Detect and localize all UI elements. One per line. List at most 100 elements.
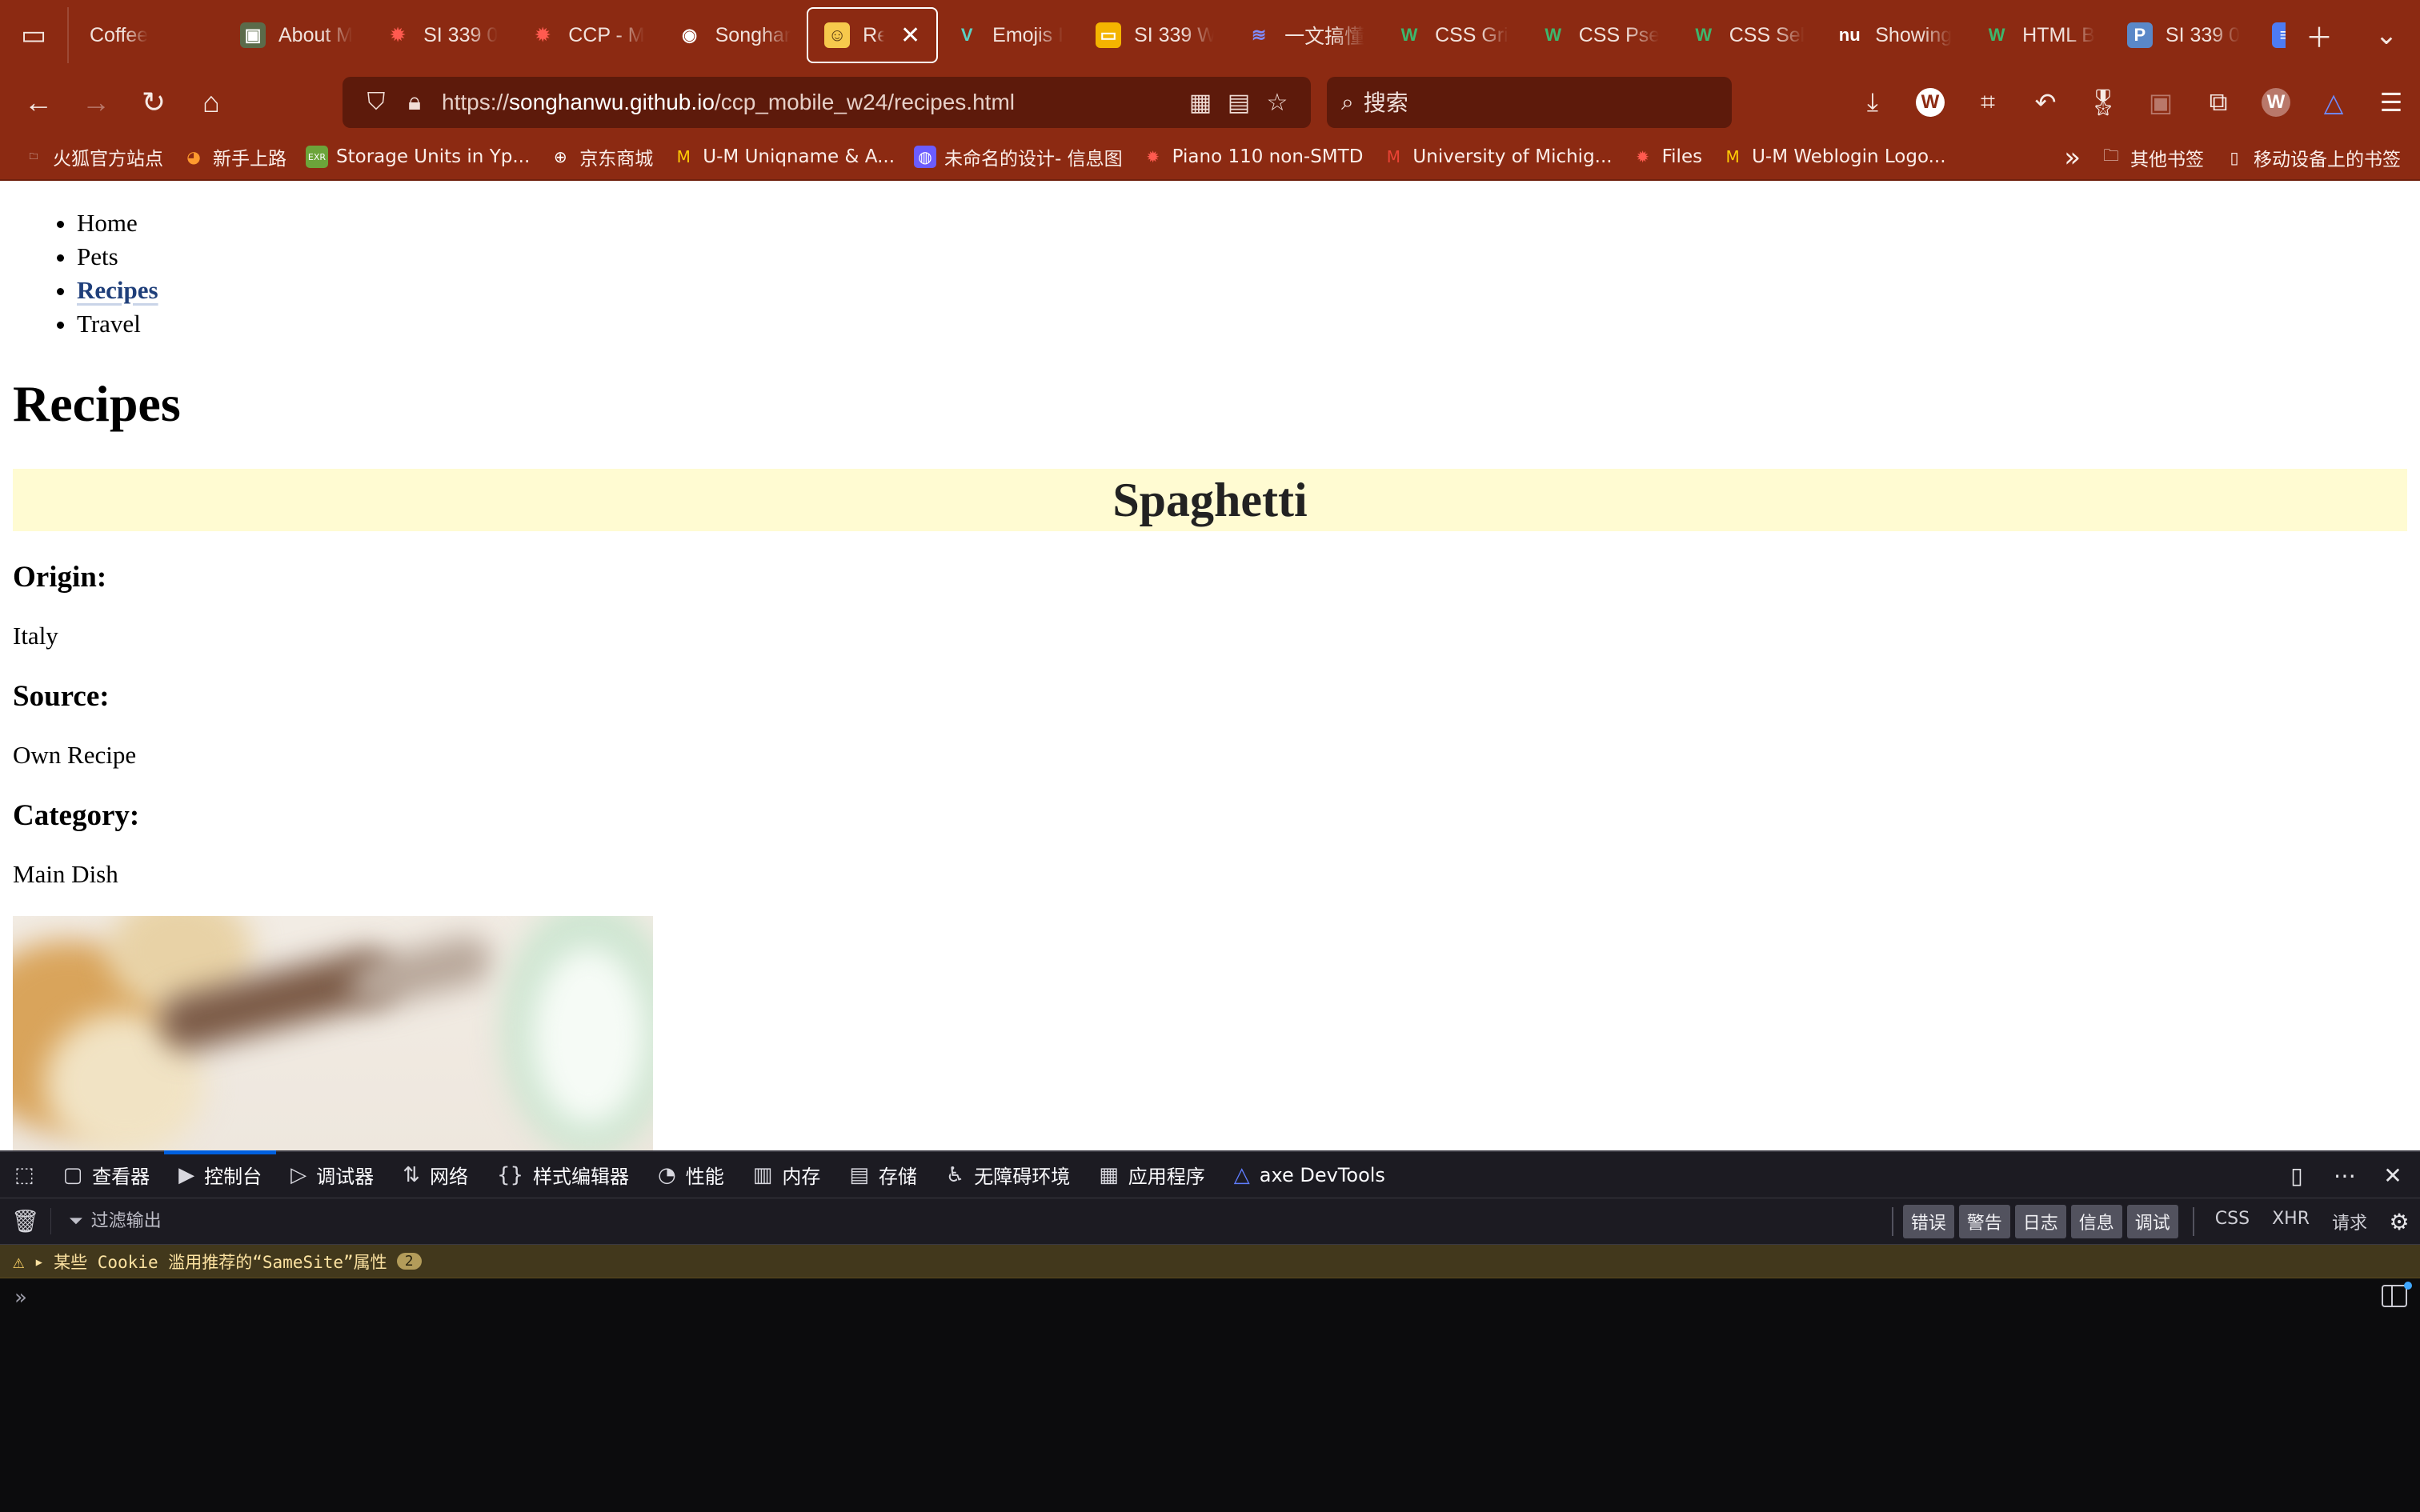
- tab[interactable]: V Emojis I: [938, 7, 1080, 63]
- home-button[interactable]: ⌂: [182, 74, 240, 131]
- tab[interactable]: ▣ About M: [224, 7, 369, 63]
- extra-filter-toggle[interactable]: XHR: [2261, 1209, 2321, 1234]
- tab[interactable]: W HTML B: [1968, 7, 2111, 63]
- tracking-protection-shield-icon[interactable]: ⛉: [357, 89, 395, 116]
- nav-item-pets: Pets: [77, 240, 2407, 274]
- devtools-tab[interactable]: ♿︎ 无障碍环境: [932, 1152, 1084, 1198]
- search-icon: ⌕: [1341, 89, 1354, 114]
- log-level-toggle[interactable]: 调试: [2126, 1205, 2178, 1238]
- tab[interactable]: Coffee: [67, 7, 224, 63]
- origin-heading: Origin:: [13, 561, 107, 594]
- expand-triangle-icon[interactable]: ▸: [34, 1252, 44, 1271]
- clear-console-icon[interactable]: 🗑︎: [0, 1208, 51, 1234]
- devtools-tab[interactable]: ▦ 应用程序: [1084, 1152, 1220, 1198]
- tab[interactable]: P SI 339 0: [2111, 7, 2256, 63]
- wappalyzer-icon[interactable]: W: [2247, 74, 2305, 131]
- bookmarks-right: » 🗀 其他书签 ▯ 移动设备上的书签: [2054, 134, 2410, 181]
- log-level-toggle[interactable]: 错误: [1902, 1205, 1954, 1238]
- screenshot-crop-icon[interactable]: ⌗: [1959, 74, 2017, 131]
- tab[interactable]: ◉ Songhar: [661, 7, 807, 63]
- dock-side-icon[interactable]: ▯: [2276, 1154, 2318, 1196]
- axe-extension-icon[interactable]: △: [2305, 74, 2362, 131]
- tab[interactable]: ✹ SI 339 0: [369, 7, 514, 63]
- tab[interactable]: ✹ CCP - M: [514, 7, 660, 63]
- nav-link-pets[interactable]: Pets: [77, 242, 118, 270]
- bookmark-item[interactable]: ✹ Piano 110 non-SMTD: [1132, 134, 1373, 180]
- console-input[interactable]: »: [0, 1278, 2420, 1317]
- bookmark-star-icon[interactable]: ☆: [1258, 89, 1296, 117]
- nav-link-recipes[interactable]: Recipes: [77, 276, 158, 304]
- log-level-toggle[interactable]: 日志: [2014, 1205, 2066, 1238]
- mobile-bookmarks-folder[interactable]: ▯ 移动设备上的书签: [2214, 134, 2410, 181]
- devtools-tab[interactable]: {} 样式编辑器: [483, 1152, 643, 1198]
- back-button[interactable]: ←: [10, 74, 67, 131]
- search-bar[interactable]: ⌕: [1327, 77, 1732, 128]
- console-warning-row[interactable]: ⚠ ▸ 某些 Cookie 滥用推荐的“SameSite”属性 2: [0, 1245, 2420, 1278]
- close-tab-icon[interactable]: ✕: [900, 22, 920, 50]
- gmail-icon: M: [1386, 147, 1401, 166]
- console-settings-gear-icon[interactable]: ⚙: [2378, 1201, 2420, 1242]
- bookmark-item[interactable]: ◍ 未命名的设计- 信息图: [904, 134, 1132, 180]
- bookmark-item[interactable]: ✹ Files: [1622, 134, 1712, 180]
- bookmark-item[interactable]: ◕ 新手上路: [173, 134, 296, 180]
- tab-list-icon[interactable]: ▭: [0, 0, 67, 70]
- devtools-tab[interactable]: ▶ 控制台: [164, 1150, 277, 1198]
- bookmarks-overflow-button[interactable]: »: [2054, 134, 2090, 181]
- extensions-puzzle-icon[interactable]: ⧉: [2190, 74, 2247, 131]
- reload-button[interactable]: ↻: [125, 74, 182, 131]
- tab-active[interactable]: ☺ Recip ✕: [807, 7, 939, 63]
- bookmark-item[interactable]: M U-M Weblogin Logo...: [1712, 134, 1955, 180]
- tab[interactable]: ≋ 一文搞懂: [1230, 7, 1380, 63]
- qr-code-icon[interactable]: ▦: [1181, 89, 1220, 117]
- devtools-tab[interactable]: ▷ 调试器: [276, 1152, 388, 1198]
- bookmark-item[interactable]: 🗀 火狐官方站点: [13, 134, 173, 180]
- other-bookmarks-folder[interactable]: 🗀 其他书签: [2090, 134, 2214, 181]
- lock-icon[interactable]: 🔒︎: [395, 89, 434, 116]
- bookmark-item[interactable]: EXR Storage Units in Yp...: [296, 134, 539, 180]
- bookmark-item[interactable]: ⊕ 京东商城: [539, 134, 663, 180]
- tab[interactable]: ▭ SI 339 W: [1080, 7, 1230, 63]
- w3schools-favicon-icon: W: [1545, 25, 1562, 45]
- tab[interactable]: ≡339 Win: [2256, 7, 2286, 63]
- tab[interactable]: W CSS Sel: [1675, 7, 1821, 63]
- list-all-tabs-button[interactable]: ⌄: [2353, 0, 2420, 70]
- bookmark-item[interactable]: M University of Michig...: [1372, 134, 1621, 180]
- log-level-toggle[interactable]: 信息: [2070, 1205, 2122, 1238]
- url-text[interactable]: https://songhanwu.github.io/ccp_mobile_w…: [442, 90, 1015, 115]
- url-bar[interactable]: ⛉ 🔒︎ https://songhanwu.github.io/ccp_mob…: [343, 77, 1311, 128]
- nav-link-home[interactable]: Home: [77, 209, 138, 237]
- app-menu-icon[interactable]: ☰: [2362, 74, 2420, 131]
- bookmark-item[interactable]: M U-M Uniqname & A...: [663, 134, 904, 180]
- filter-output-input[interactable]: [90, 1211, 491, 1231]
- search-input[interactable]: [1363, 89, 1684, 116]
- tab[interactable]: W CSS Gri: [1380, 7, 1525, 63]
- element-picker-button[interactable]: ⬚: [0, 1152, 49, 1198]
- extra-filter-toggle[interactable]: 请求: [2321, 1209, 2378, 1234]
- sidebar-toggle-icon[interactable]: [2382, 1285, 2407, 1307]
- w3schools-favicon-icon: W: [1988, 25, 2005, 45]
- forward-button[interactable]: →: [67, 74, 125, 131]
- devtools-tab[interactable]: ⇅ 网络: [388, 1152, 483, 1198]
- wikipedia-extension-icon[interactable]: W: [1901, 74, 1959, 131]
- tab[interactable]: W CSS Pse: [1525, 7, 1675, 63]
- new-tab-button[interactable]: ＋: [2286, 0, 2353, 70]
- image-favicon-icon: ▣: [240, 22, 266, 48]
- more-options-icon[interactable]: ⋯: [2324, 1154, 2366, 1196]
- devtools-tab[interactable]: ▤ 存储: [835, 1152, 932, 1198]
- devtools-tab[interactable]: ▥ 内存: [739, 1152, 835, 1198]
- extra-filter-toggle[interactable]: CSS: [2204, 1209, 2261, 1234]
- devtools-tab[interactable]: ◔ 性能: [643, 1152, 739, 1198]
- devtools-tab[interactable]: ▢ 查看器: [49, 1152, 165, 1198]
- devtools-tab[interactable]: △ axe DevTools: [1220, 1152, 1400, 1198]
- nav-link-travel[interactable]: Travel: [77, 310, 141, 338]
- tab[interactable]: nu Showing: [1821, 7, 1968, 63]
- canvas-favicon-icon: ✹: [390, 25, 406, 45]
- log-level-toggle[interactable]: 警告: [1958, 1205, 2010, 1238]
- badge-extension-icon[interactable]: 🎖︎: [2074, 74, 2132, 131]
- downloads-icon[interactable]: ⤓: [1844, 74, 1901, 131]
- undo-icon[interactable]: ↶: [2017, 74, 2074, 131]
- disabled-extension-icon[interactable]: ▣: [2132, 74, 2190, 131]
- tab-title: HTML B: [2022, 23, 2095, 46]
- close-icon[interactable]: ✕: [2372, 1154, 2414, 1196]
- reader-view-icon[interactable]: ▤: [1220, 89, 1258, 117]
